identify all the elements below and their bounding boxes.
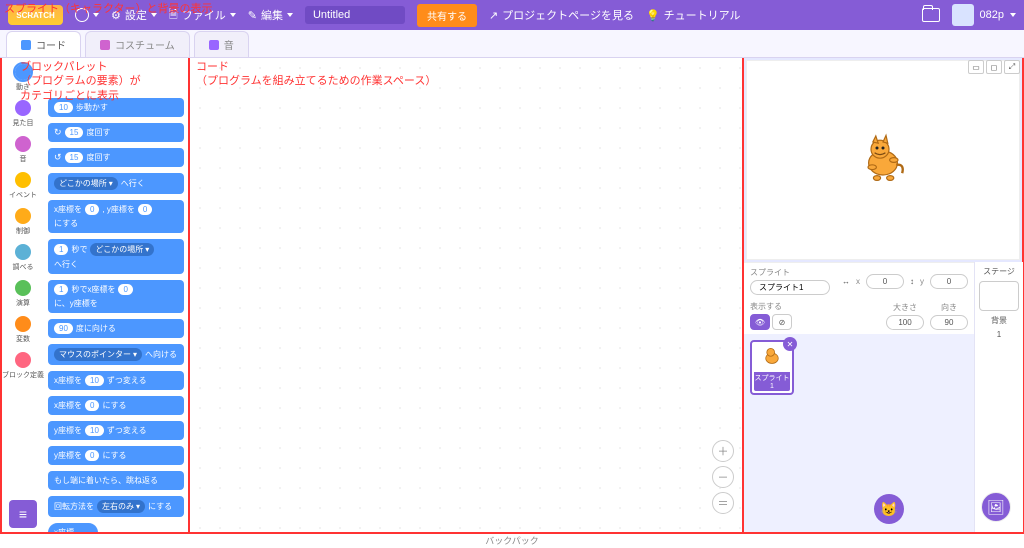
block-point-towards[interactable]: マウスのポインター▾へ向ける xyxy=(48,344,184,365)
sprite-thumbnail xyxy=(757,344,787,370)
add-sprite-button[interactable]: 😺 xyxy=(874,494,904,524)
main-area: ブロックパレット （プログラムの要素）が カテゴリごとに表示 動き見た目音イベン… xyxy=(0,58,1024,534)
category-column: 動き見た目音イベント制御調べる演算変数ブロック定義 ≡ xyxy=(2,58,44,532)
category-動き[interactable]: 動き xyxy=(15,62,31,94)
account-menu[interactable]: 082p xyxy=(952,4,1016,26)
sprite-info-panel: スプライト ↔x 0 ↕y 0 表示する 👁 xyxy=(744,262,974,334)
my-stuff-button[interactable] xyxy=(922,8,940,22)
globe-icon xyxy=(75,8,89,22)
block-point-direction[interactable]: 90度に向ける xyxy=(48,319,184,338)
tab-sounds[interactable]: 音 xyxy=(194,31,249,57)
sprite-size-input[interactable]: 100 xyxy=(886,315,924,330)
zoom-out-button[interactable]: － xyxy=(712,466,734,488)
file-menu[interactable]: 🗎ファイル xyxy=(169,6,236,25)
project-title-input[interactable] xyxy=(305,6,405,24)
folder-icon xyxy=(922,8,940,22)
zoom-in-button[interactable]: ＋ xyxy=(712,440,734,462)
scratch-cat-sprite[interactable] xyxy=(853,130,913,190)
category-制御[interactable]: 制御 xyxy=(15,206,31,238)
block-if-edge-bounce[interactable]: もし端に着いたら、跳ね返る xyxy=(48,471,184,490)
tab-code[interactable]: コード xyxy=(6,31,81,57)
zoom-controls: ＋ － ＝ xyxy=(712,440,734,514)
category-見た目[interactable]: 見た目 xyxy=(13,98,34,130)
category-音[interactable]: 音 xyxy=(15,134,31,166)
sprite-x-input[interactable]: 0 xyxy=(866,274,904,289)
block-glide-xy[interactable]: 1秒でx座標を0に、y座標を xyxy=(48,280,184,313)
sprite-list: ✕ スプライト1 😺 xyxy=(744,334,974,532)
block-goto[interactable]: どこかの場所▾へ行く xyxy=(48,173,184,194)
block-x-position[interactable]: x座標 xyxy=(48,523,98,532)
code-workspace[interactable]: コード （プログラムを組み立てるための作業スペース） ＋ － ＝ xyxy=(190,58,744,534)
block-rotation-style[interactable]: 回転方法を左右のみ▾にする xyxy=(48,496,184,517)
add-extension-button[interactable]: ≡ xyxy=(9,500,37,528)
stage[interactable] xyxy=(746,60,1020,260)
stage-fullscreen-button[interactable]: ⤢ xyxy=(1004,60,1020,74)
stage-size-small-button[interactable]: ▭ xyxy=(968,60,984,74)
category-イベント[interactable]: イベント xyxy=(9,170,37,202)
block-set-x[interactable]: x座標を0にする xyxy=(48,396,184,415)
editor-tabs: コード コスチューム 音 xyxy=(0,30,1024,58)
blocks-list: 10歩動かす 15度回す 15度回す どこかの場所▾へ行く x座標を0, y座標… xyxy=(44,58,188,532)
category-ブロック定義[interactable]: ブロック定義 xyxy=(2,350,44,382)
block-move-steps[interactable]: 10歩動かす xyxy=(48,98,184,117)
stage-selector[interactable]: ステージ 背景 1 🖼 xyxy=(974,262,1023,532)
zoom-reset-button[interactable]: ＝ xyxy=(712,492,734,514)
add-backdrop-button[interactable]: 🖼 xyxy=(981,492,1011,522)
sprite-card[interactable]: ✕ スプライト1 xyxy=(750,340,794,395)
sprite-name-input[interactable] xyxy=(750,280,830,295)
block-glide-to[interactable]: 1秒でどこかの場所▾へ行く xyxy=(48,239,184,274)
show-sprite-button[interactable]: 👁 xyxy=(750,314,770,330)
block-turn-ccw[interactable]: 15度回す xyxy=(48,148,184,167)
block-set-y[interactable]: y座標を0にする xyxy=(48,446,184,465)
tutorials-button[interactable]: 💡チュートリアル xyxy=(646,7,741,23)
language-menu[interactable] xyxy=(75,8,99,22)
share-button[interactable]: 共有する xyxy=(417,4,477,27)
block-palette: ブロックパレット （プログラムの要素）が カテゴリごとに表示 動き見た目音イベン… xyxy=(0,58,190,534)
category-変数[interactable]: 変数 xyxy=(15,314,31,346)
block-change-y[interactable]: y座標を10ずつ変える xyxy=(48,421,184,440)
sprite-y-input[interactable]: 0 xyxy=(930,274,968,289)
stage-pane: スプライト（キャラクター）と背景の表示 ▭ ◻ ⤢ xyxy=(744,58,1024,534)
menubar: SCRATCH ⚙設定 🗎ファイル ✎編集 共有する ↗プロジェクトページを見る… xyxy=(0,0,1024,30)
edit-menu[interactable]: ✎編集 xyxy=(248,7,293,23)
category-調べる[interactable]: 調べる xyxy=(13,242,34,274)
project-page-link[interactable]: ↗プロジェクトページを見る xyxy=(489,7,634,23)
scratch-logo[interactable]: SCRATCH xyxy=(8,5,63,25)
block-goto-xy[interactable]: x座標を0, y座標を0にする xyxy=(48,200,184,233)
stage-thumbnail[interactable] xyxy=(979,281,1019,311)
avatar-icon xyxy=(952,4,974,26)
tab-costumes[interactable]: コスチューム xyxy=(85,31,190,57)
block-turn-cw[interactable]: 15度回す xyxy=(48,123,184,142)
block-change-x[interactable]: x座標を10ずつ変える xyxy=(48,371,184,390)
category-演算[interactable]: 演算 xyxy=(15,278,31,310)
settings-menu[interactable]: ⚙設定 xyxy=(111,7,157,23)
hide-sprite-button[interactable]: ⊘ xyxy=(772,314,792,330)
sprite-direction-input[interactable]: 90 xyxy=(930,315,968,330)
stage-size-large-button[interactable]: ◻ xyxy=(986,60,1002,74)
delete-sprite-button[interactable]: ✕ xyxy=(783,337,797,351)
backpack-bar[interactable]: バックパック xyxy=(0,534,1024,548)
